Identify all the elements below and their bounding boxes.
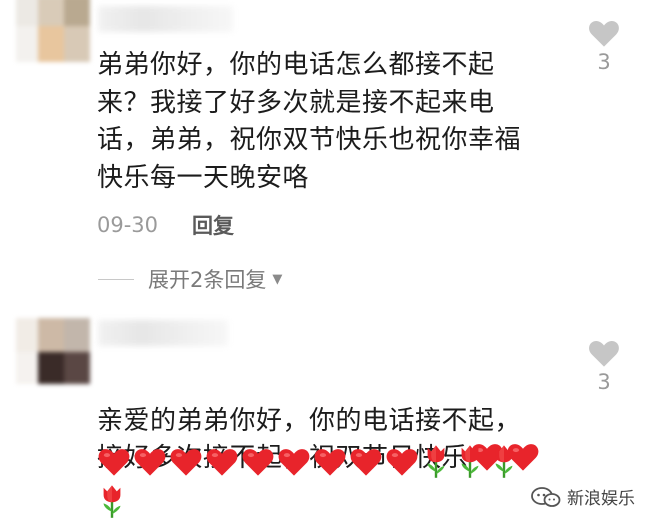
red-heart-emoji [314,448,346,476]
comment-meta: 09-30 回复 [97,210,234,240]
red-heart-emoji [170,448,202,476]
avatar[interactable] [16,0,90,62]
expand-replies-label: 展开2条回复 [148,268,267,292]
emoji-row [97,443,523,479]
heart-outline-icon [589,340,619,367]
red-heart-emoji [350,448,382,476]
like-count: 3 [597,50,611,74]
avatar[interactable] [16,318,90,384]
comment-date: 09-30 [97,213,159,237]
tulip-emoji [461,445,479,478]
comment-1: 3 弟弟你好，你的电话怎么都接不起 来？我接了好多次就是接不起来电 话，弟弟，祝… [0,0,657,300]
emoji-row [97,483,131,519]
username-blurred[interactable] [98,320,228,346]
like-count: 3 [597,370,611,394]
tulip-emoji [495,445,513,478]
comment-text: 弟弟你好，你的电话怎么都接不起 来？我接了好多次就是接不起来电 话，弟弟，祝你双… [97,50,522,193]
like-button[interactable]: 3 [584,338,624,394]
red-heart-emoji [278,448,310,476]
tulip-emoji [103,485,121,518]
watermark-label: 新浪娱乐 [567,489,635,509]
red-heart-emoji [386,448,418,476]
caret-down-icon: ▼ [272,271,283,287]
heart-outline-icon [589,20,619,47]
reply-button[interactable]: 回复 [192,210,234,240]
red-heart-emoji [98,448,130,476]
red-heart-emoji [206,448,238,476]
expand-replies-button[interactable]: 展开2条回复 ▼ [98,264,282,294]
divider [98,278,134,280]
weibo-chat-icon [531,486,561,507]
username-blurred[interactable] [98,6,233,32]
tulip-emoji [427,445,445,478]
red-heart-emoji [242,448,274,476]
watermark: 新浪娱乐 [531,484,635,509]
like-button[interactable]: 3 [584,18,624,74]
red-heart-emoji [134,448,166,476]
